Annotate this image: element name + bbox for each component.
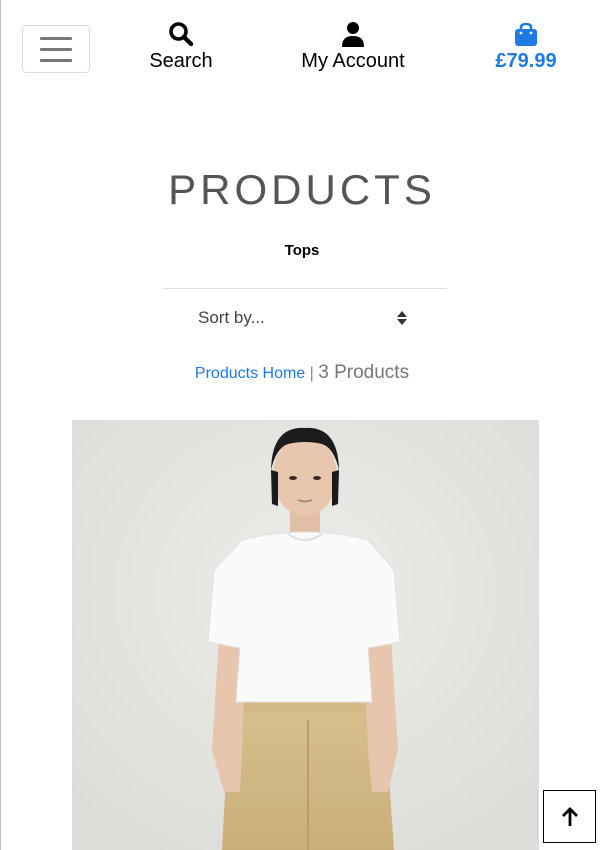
product-image[interactable]: [72, 420, 539, 850]
products-home-link[interactable]: Products Home: [195, 365, 305, 382]
search-nav-link[interactable]: Search: [149, 20, 213, 73]
account-label: My Account: [301, 50, 405, 72]
shopping-bag-icon: [515, 22, 537, 46]
sort-select[interactable]: Sort by...: [187, 300, 417, 336]
bag-total: £79.99: [495, 50, 557, 72]
search-label: Search: [149, 50, 213, 72]
hamburger-icon: [40, 36, 72, 40]
sort-selected-value: Sort by...: [198, 308, 265, 327]
search-icon: [169, 22, 194, 47]
bag-nav-link[interactable]: £79.99: [493, 20, 559, 73]
separator: |: [309, 365, 314, 382]
menu-toggle-button[interactable]: [22, 25, 90, 73]
category-badge[interactable]: Tops: [1, 242, 603, 259]
user-icon: [342, 22, 364, 47]
select-arrows-icon: [397, 311, 407, 325]
arrow-up-icon: [561, 806, 578, 826]
results-summary: Products Home | 3 Products: [1, 362, 603, 384]
page-title: PRODUCTS: [168, 166, 436, 213]
product-photo: [72, 420, 539, 850]
product-count: 3 Products: [318, 362, 410, 383]
divider: [163, 288, 447, 289]
account-nav-link[interactable]: My Account: [299, 20, 407, 73]
back-to-top-button[interactable]: [543, 790, 596, 843]
